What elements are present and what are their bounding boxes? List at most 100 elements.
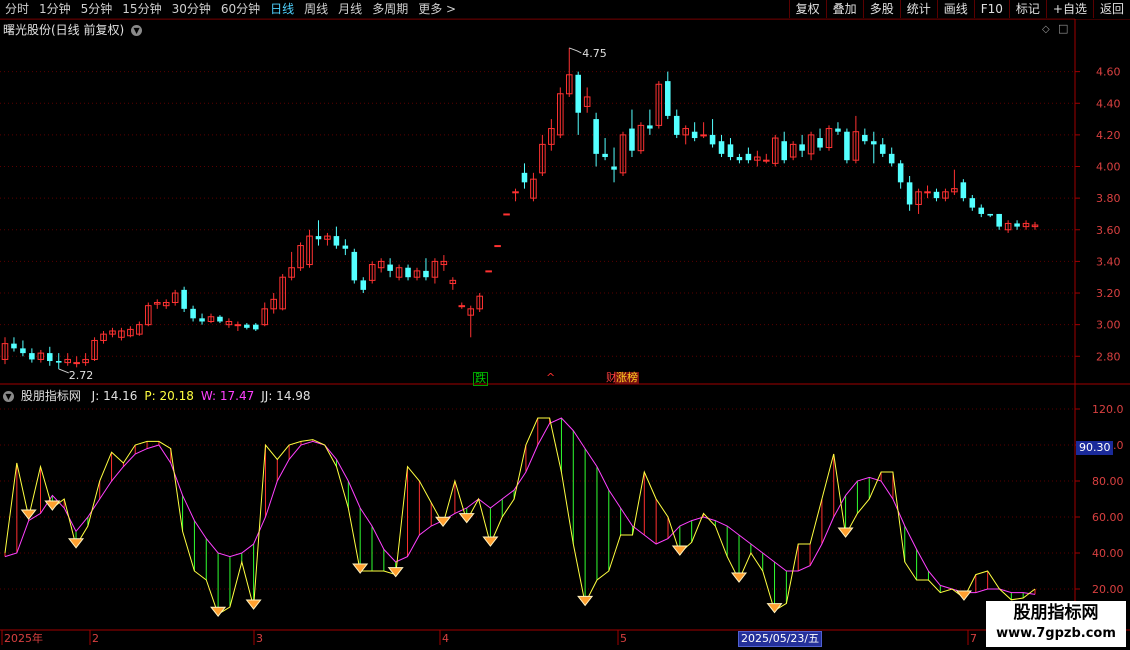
candle-body <box>593 119 599 154</box>
diamond-signal-icon <box>577 595 594 607</box>
watermark-url: www.7gpzb.com <box>996 626 1116 641</box>
candle-body <box>763 159 770 162</box>
candle-body <box>647 125 653 129</box>
candle-body <box>888 153 895 164</box>
time-tick-label: 5 <box>620 632 627 645</box>
candle-body <box>1014 223 1020 227</box>
event-marker-limit-up[interactable]: 涨榜 <box>615 372 639 384</box>
candle-body <box>575 74 581 113</box>
high-marker-line <box>569 47 582 54</box>
diamond-signal-icon <box>387 567 404 578</box>
candle-body <box>503 213 510 216</box>
candle-body <box>333 236 340 246</box>
diamond-signal-icon <box>44 500 61 511</box>
candle-body <box>978 207 985 214</box>
candle-body <box>521 172 528 183</box>
diamond-icon[interactable]: ◇ <box>1042 24 1050 35</box>
candle-body <box>315 236 322 240</box>
candle-body <box>190 308 196 319</box>
price-tick-label: 3.80 <box>1096 192 1121 205</box>
current-value-box: 90.30 <box>1076 441 1113 455</box>
diamond-signal-icon <box>671 545 688 556</box>
candle-body <box>253 324 259 330</box>
price-tick-label: 3.00 <box>1096 319 1121 332</box>
price-tick-label: 3.40 <box>1096 255 1121 268</box>
indicator-value-1: P: 20.18 <box>144 389 194 403</box>
candle-body <box>29 353 35 360</box>
candle-body <box>55 361 62 363</box>
indicator-tick-label: 60.00 <box>1092 511 1124 524</box>
time-tick-label: 2 <box>92 632 99 645</box>
candle-body <box>181 289 187 309</box>
candle-body <box>960 182 967 199</box>
price-tick-label: 4.00 <box>1096 161 1121 174</box>
time-tick-label: 4 <box>442 632 449 645</box>
indicator-panel-title: ▼ 股朋指标网 J: 14.16 P: 20.18 W: 17.47 JJ: 14.9… <box>3 387 311 404</box>
candle-body <box>817 138 823 148</box>
candle-body <box>844 131 850 161</box>
candle-body <box>727 144 734 158</box>
time-tick-label: 2025年 <box>4 631 43 645</box>
candle-body <box>906 182 913 205</box>
candle-body <box>897 163 904 183</box>
candle-body <box>458 305 466 308</box>
time-tick-label: 3 <box>256 632 263 645</box>
watermark: 股朋指标网 www.7gpzb.com <box>986 601 1126 647</box>
watermark-title: 股朋指标网 <box>1013 603 1099 623</box>
candle-body <box>485 270 492 273</box>
candle-body <box>862 134 868 142</box>
chevron-down-icon[interactable]: ▼ <box>131 25 143 36</box>
candle-body <box>799 144 805 151</box>
p-line <box>4 417 1036 615</box>
high-marker-label: 4.75 <box>582 47 607 60</box>
price-tick-label: 4.60 <box>1096 66 1121 79</box>
candle-body <box>611 166 617 170</box>
indicator-value-0: J: 14.16 <box>91 389 138 403</box>
candle-body <box>691 131 698 139</box>
candle-body <box>20 348 26 354</box>
chevron-down-icon[interactable]: ▼ <box>3 391 14 402</box>
candle-body <box>360 280 367 290</box>
candle-body <box>244 324 250 328</box>
candle-body <box>629 128 635 151</box>
diamond-signal-icon <box>458 513 475 524</box>
candle-body <box>217 316 223 322</box>
candle-body <box>933 191 940 199</box>
candle-body <box>405 267 411 278</box>
candle-body <box>969 198 976 208</box>
candle-body <box>781 141 787 161</box>
indicator-values: J: 14.16 P: 20.18 W: 17.47 JJ: 14.98 <box>85 389 311 403</box>
candle-body <box>342 245 349 249</box>
candle-body <box>879 144 886 154</box>
low-marker-line <box>58 368 69 374</box>
stock-name-label: 曙光股份(日线 前复权) <box>3 23 125 37</box>
indicator-value-2: W: 17.47 <box>200 389 255 403</box>
candle-body <box>835 128 841 132</box>
cursor-date-box: 2025/05/23/五 <box>738 631 823 647</box>
candle-body <box>73 362 80 365</box>
candle-body <box>700 134 707 137</box>
indicator-tick-label: 80.00 <box>1092 475 1124 488</box>
event-marker-down[interactable]: 跌 <box>473 372 488 386</box>
candle-body <box>871 141 877 145</box>
expand-icon[interactable]: □ <box>1058 22 1068 35</box>
event-marker-arrow[interactable]: ^ <box>545 372 556 384</box>
candle-body <box>709 134 716 145</box>
price-tick-label: 4.40 <box>1096 97 1121 110</box>
indicator-value-3: JJ: 14.98 <box>261 389 311 403</box>
candle-body <box>351 251 358 281</box>
indicator-tick-label: 120.0 <box>1092 403 1124 416</box>
diamond-signal-icon <box>245 599 262 610</box>
diamond-signal-icon <box>731 572 748 583</box>
candle-body <box>718 141 725 154</box>
candle-body <box>387 264 393 271</box>
candle-body <box>423 270 429 278</box>
w-line <box>4 417 1036 595</box>
candle-body <box>924 191 931 194</box>
time-tick-label: 7 <box>970 632 977 645</box>
chart-area[interactable]: 4.60 4.40 4.20 4.00 3.80 3.60 3.40 3.20 3.00 2.80… <box>0 0 1130 650</box>
candle-body <box>512 191 519 194</box>
indicator-tick-label: 40.00 <box>1092 547 1124 560</box>
candle-body <box>996 213 1002 227</box>
candle-body <box>673 115 680 135</box>
